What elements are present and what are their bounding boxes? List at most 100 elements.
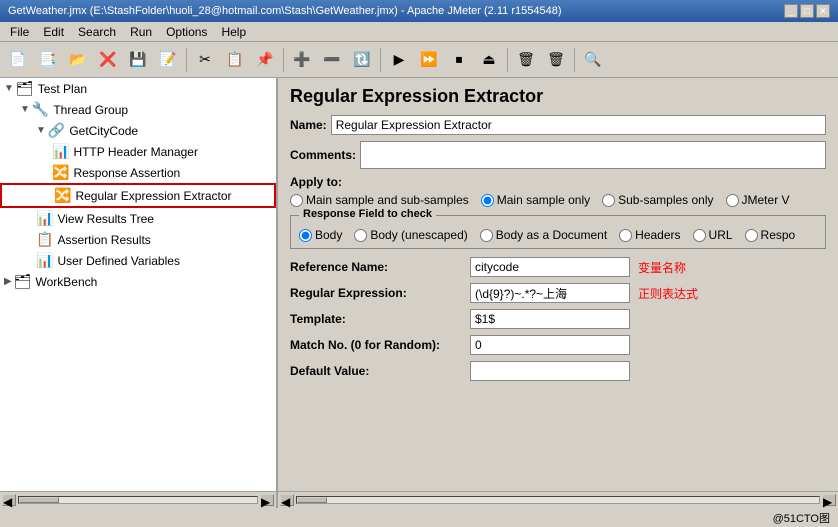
right-scroll-track[interactable] <box>296 496 820 504</box>
apply-main-sub[interactable]: Main sample and sub-samples <box>290 193 469 207</box>
close-button[interactable]: ❌ <box>94 46 122 74</box>
apply-main-only[interactable]: Main sample only <box>481 193 590 207</box>
regex-extractor-icon: 🔀 <box>54 187 71 204</box>
right-scrollbar[interactable]: ◀ ▶ <box>278 492 838 508</box>
apply-main-sub-radio[interactable] <box>290 194 303 207</box>
open-button[interactable]: 📂 <box>64 46 92 74</box>
default-input[interactable] <box>470 361 630 381</box>
tree-item-getcitycode[interactable]: ▼ 🔗 GetCityCode <box>0 120 276 141</box>
status-text: @51CTO图 <box>773 510 830 526</box>
tree-item-thread-group[interactable]: ▼ 🔧 Thread Group <box>0 99 276 120</box>
response-other-radio[interactable] <box>745 229 758 242</box>
response-options: Body Body (unescaped) Body as a Document… <box>299 228 817 242</box>
ref-name-input[interactable] <box>470 257 630 277</box>
response-body-unescaped-radio[interactable] <box>354 229 367 242</box>
left-scrollbar[interactable]: ◀ ▶ <box>0 492 278 508</box>
right-scroll-left[interactable]: ◀ <box>280 494 294 506</box>
start-no-pauses-button[interactable]: ⏩ <box>415 46 443 74</box>
apply-to-label-row: Apply to: <box>290 175 826 189</box>
tree-item-http-header[interactable]: 📊 HTTP Header Manager <box>0 141 276 162</box>
collapse-button[interactable]: ➖ <box>318 46 346 74</box>
response-headers-label: Headers <box>635 228 680 242</box>
panel-title: Regular Expression Extractor <box>290 86 826 107</box>
default-row: Default Value: <box>290 361 826 381</box>
new-button[interactable]: 📄 <box>4 46 32 74</box>
default-label: Default Value: <box>290 364 470 378</box>
templates-button[interactable]: 📑 <box>34 46 62 74</box>
tree-item-test-plan[interactable]: ▼ 🗂 Test Plan <box>0 78 276 99</box>
match-input[interactable] <box>470 335 630 355</box>
response-body-unescaped[interactable]: Body (unescaped) <box>354 228 467 242</box>
tree-item-regex-extractor[interactable]: 🔀 Regular Expression Extractor <box>0 183 276 208</box>
left-scroll-right[interactable]: ▶ <box>260 494 274 506</box>
expand-button[interactable]: ➕ <box>288 46 316 74</box>
paste-button[interactable]: 📌 <box>251 46 279 74</box>
apply-sub-only-label: Sub-samples only <box>618 193 713 207</box>
maximize-button[interactable]: □ <box>800 4 814 18</box>
menu-options[interactable]: Options <box>160 24 213 40</box>
menu-edit[interactable]: Edit <box>37 24 70 40</box>
response-body-document-radio[interactable] <box>480 229 493 242</box>
start-button[interactable]: ▶ <box>385 46 413 74</box>
clear-all-button[interactable]: 🗑 <box>542 46 570 74</box>
comments-input[interactable] <box>360 141 826 169</box>
tree-item-assertion-results[interactable]: 📋 Assertion Results <box>0 229 276 250</box>
apply-main-only-radio[interactable] <box>481 194 494 207</box>
apply-jmeter-var[interactable]: JMeter V <box>726 193 790 207</box>
left-scroll-left[interactable]: ◀ <box>2 494 16 506</box>
name-input[interactable] <box>331 115 826 135</box>
menu-help[interactable]: Help <box>215 24 252 40</box>
window-controls[interactable]: _ □ ✕ <box>784 4 830 18</box>
regex-row: Regular Expression: 正则表达式 <box>290 283 826 303</box>
left-scroll-track[interactable] <box>18 496 258 504</box>
template-input[interactable] <box>470 309 630 329</box>
save-as-button[interactable]: 📝 <box>154 46 182 74</box>
search-button[interactable]: 🔍 <box>579 46 607 74</box>
separator-3 <box>380 48 381 72</box>
user-defined-icon: 📊 <box>36 252 53 269</box>
shutdown-button[interactable]: ⏏ <box>475 46 503 74</box>
http-header-label: HTTP Header Manager <box>73 145 198 159</box>
tree-item-view-results[interactable]: 📊 View Results Tree <box>0 208 276 229</box>
right-scroll-thumb[interactable] <box>297 497 327 503</box>
apply-main-only-label: Main sample only <box>497 193 590 207</box>
separator-4 <box>507 48 508 72</box>
apply-jmeter-var-radio[interactable] <box>726 194 739 207</box>
toolbar: 📄 📑 📂 ❌ 💾 📝 ✂ 📋 📌 ➕ ➖ 🔃 ▶ ⏩ ⏹ ⏏ 🗑 🗑 🔍 <box>0 42 838 78</box>
tree-item-response-assertion[interactable]: 🔀 Response Assertion <box>0 162 276 183</box>
template-label: Template: <box>290 312 470 326</box>
horizontal-scrollbar[interactable]: ◀ ▶ ◀ ▶ <box>0 491 838 507</box>
tree-item-workbench[interactable]: ▶ 🗂 WorkBench <box>0 271 276 292</box>
stop-button[interactable]: ⏹ <box>445 46 473 74</box>
response-headers[interactable]: Headers <box>619 228 680 242</box>
apply-main-sub-label: Main sample and sub-samples <box>306 193 469 207</box>
regex-input[interactable] <box>470 283 630 303</box>
apply-sub-only[interactable]: Sub-samples only <box>602 193 713 207</box>
response-url[interactable]: URL <box>693 228 733 242</box>
cut-button[interactable]: ✂ <box>191 46 219 74</box>
apply-sub-only-radio[interactable] <box>602 194 615 207</box>
right-scroll-right[interactable]: ▶ <box>822 494 836 506</box>
response-url-radio[interactable] <box>693 229 706 242</box>
copy-button[interactable]: 📋 <box>221 46 249 74</box>
comments-row: Comments: <box>290 141 826 169</box>
save-button[interactable]: 💾 <box>124 46 152 74</box>
response-assertion-icon: 🔀 <box>52 164 69 181</box>
left-scroll-thumb[interactable] <box>19 497 59 503</box>
response-body[interactable]: Body <box>299 228 342 242</box>
menu-file[interactable]: File <box>4 24 35 40</box>
response-headers-radio[interactable] <box>619 229 632 242</box>
response-body-document[interactable]: Body as a Document <box>480 228 607 242</box>
minimize-button[interactable]: _ <box>784 4 798 18</box>
separator-5 <box>574 48 575 72</box>
clear-button[interactable]: 🗑 <box>512 46 540 74</box>
tree-item-user-defined[interactable]: 📊 User Defined Variables <box>0 250 276 271</box>
close-button[interactable]: ✕ <box>816 4 830 18</box>
menu-search[interactable]: Search <box>72 24 122 40</box>
response-body-radio[interactable] <box>299 229 312 242</box>
toggle-button[interactable]: 🔃 <box>348 46 376 74</box>
response-url-label: URL <box>709 228 733 242</box>
tree-panel: ▼ 🗂 Test Plan ▼ 🔧 Thread Group ▼ 🔗 GetCi… <box>0 78 278 491</box>
menu-run[interactable]: Run <box>124 24 158 40</box>
response-other[interactable]: Respo <box>745 228 796 242</box>
